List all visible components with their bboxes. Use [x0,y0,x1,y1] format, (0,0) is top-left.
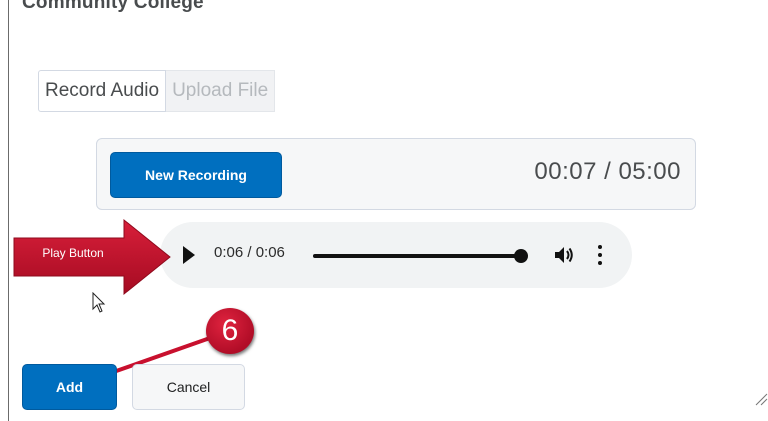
volume-icon[interactable] [553,244,575,266]
audio-player: 0:06 / 0:06 [160,222,632,288]
seek-thumb[interactable] [514,249,528,263]
cancel-button[interactable]: Cancel [132,364,245,410]
seek-bar[interactable] [313,249,528,263]
tab-record-audio[interactable]: Record Audio [38,70,167,112]
play-icon[interactable] [182,245,196,265]
resize-grip-icon[interactable] [754,392,768,406]
seek-bar-fill [313,254,521,258]
callout-label: Play Button [42,246,104,260]
step-number-badge: 6 [206,308,254,354]
new-recording-button[interactable]: New Recording [110,152,282,198]
dialog-frame [8,0,768,421]
player-time-display: 0:06 / 0:06 [214,244,285,261]
page-title: Community College [22,0,204,13]
mouse-cursor-icon [92,292,106,313]
add-button[interactable]: Add [22,364,117,410]
tab-bar: Record Audio Upload File [38,70,276,112]
tab-upload-file[interactable]: Upload File [166,70,276,112]
more-vertical-icon[interactable] [596,243,604,267]
recorder-panel: New Recording 00:07 / 05:00 [96,138,696,210]
recording-timer: 00:07 / 05:00 [534,158,681,185]
